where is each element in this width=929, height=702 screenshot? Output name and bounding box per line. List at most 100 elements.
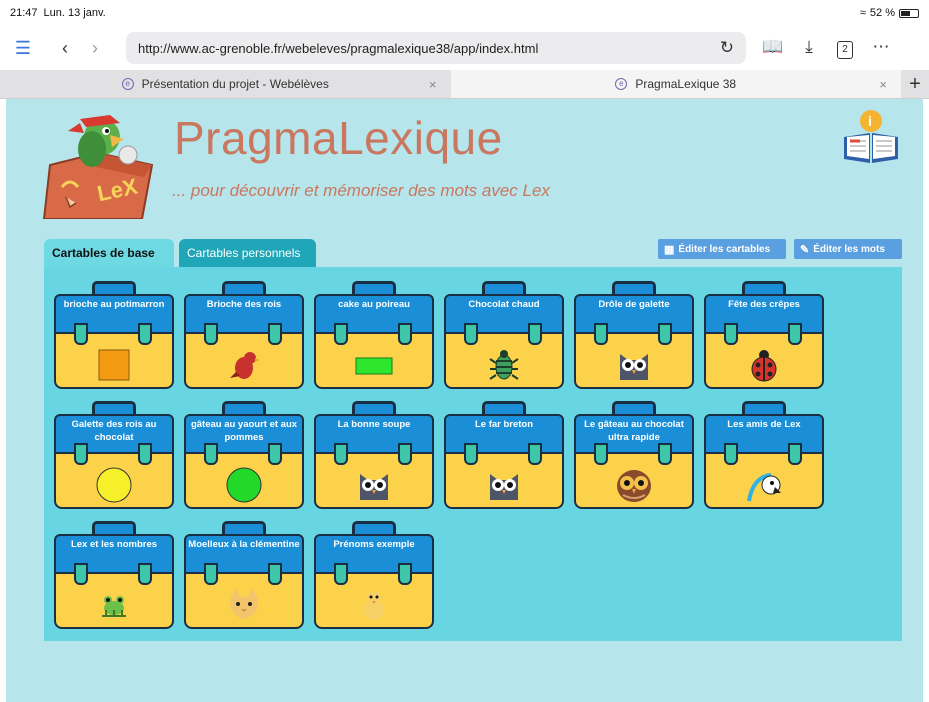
- bag-strap: [138, 563, 152, 585]
- bag-strap: [724, 323, 738, 345]
- battery-icon: [899, 8, 919, 18]
- bag-les-amis-de-lex[interactable]: Les amis de Lex: [704, 401, 824, 509]
- new-tab-button[interactable]: +: [901, 70, 929, 98]
- back-button[interactable]: ‹: [50, 38, 80, 59]
- bag-le-far-breton[interactable]: Le far breton: [444, 401, 564, 509]
- bag-le-gateau-au-chocolat-ultra-rapide[interactable]: Le gâteau au chocolat ultra rapide: [574, 401, 694, 509]
- forward-button[interactable]: ›: [80, 38, 110, 59]
- bag-strap: [788, 323, 802, 345]
- bag-strap: [334, 323, 348, 345]
- edit-cartables-label: Éditer les cartables: [678, 243, 771, 255]
- ladybug-icon: [751, 350, 777, 382]
- browser-toolbar: ☰ ‹ › http://www.ac-grenoble.fr/webeleve…: [0, 26, 929, 70]
- bag-label: brioche au potimarron: [63, 299, 165, 310]
- sidebar-menu-icon[interactable]: ☰: [8, 38, 38, 59]
- owl-icon: [620, 354, 648, 380]
- edit-mots-button[interactable]: ✎ Éditer les mots: [794, 239, 902, 259]
- tab-cartables-de-base[interactable]: Cartables de base: [44, 239, 174, 267]
- bag-strap: [464, 443, 478, 465]
- bag-label: Lex et les nombres: [70, 539, 158, 550]
- app-subtitle: ... pour découvrir et mémoriser des mots…: [172, 181, 550, 200]
- bag-label: Chocolat chaud: [468, 299, 540, 310]
- browser-tab-strip: e Présentation du projet - Webélèves × e…: [0, 70, 929, 99]
- bag-strap: [204, 323, 218, 345]
- tab-count: 2: [837, 41, 853, 59]
- lex-parrot-logo-icon: LeX: [42, 115, 154, 219]
- bag-strap: [528, 323, 542, 345]
- bag-la-bonne-soupe[interactable]: La bonne soupe: [314, 401, 434, 509]
- browser-tab-presentation[interactable]: e Présentation du projet - Webélèves ×: [0, 70, 451, 98]
- bag-label: Les amis de Lex: [727, 419, 801, 430]
- bag-strap: [74, 563, 88, 585]
- bag-drole-de-galette[interactable]: Drôle de galette: [574, 281, 694, 389]
- bag-strap: [398, 443, 412, 465]
- bag-strap: [268, 563, 282, 585]
- bag-strap: [594, 443, 608, 465]
- bag-strap: [268, 443, 282, 465]
- bag-label: Fête des crêpes: [728, 299, 800, 310]
- parrot-icon: [747, 473, 781, 502]
- browser-tab-title: PragmaLexique 38: [635, 77, 737, 91]
- edit-cartables-button[interactable]: ▦ Éditer les cartables: [658, 239, 786, 259]
- bag-label: Drôle de galette: [598, 299, 670, 310]
- green-circle-icon: [226, 467, 262, 503]
- owl-icon: [490, 474, 518, 500]
- reload-icon[interactable]: ↻: [720, 38, 734, 58]
- bag-strap: [528, 443, 542, 465]
- bag-label: Le gâteau au chocolat ultra rapide: [584, 419, 684, 443]
- bag-brioche-au-potimarron[interactable]: brioche au potimarron: [54, 281, 174, 389]
- cat-icon: [230, 589, 258, 619]
- bag-brioche-des-rois[interactable]: Brioche des rois: [184, 281, 304, 389]
- bag-strap: [268, 323, 282, 345]
- close-tab-icon[interactable]: ×: [879, 77, 887, 92]
- bag-label: Le far breton: [474, 419, 534, 430]
- bag-label: Prénoms exemple: [333, 539, 415, 550]
- edit-mots-label: Éditer les mots: [813, 243, 885, 255]
- bag-label: Galette des rois au chocolat: [71, 419, 157, 443]
- browser-tab-title: Présentation du projet - Webélèves: [141, 77, 329, 91]
- bag-moelleux-a-la-clementine[interactable]: Moelleux à la clémentine: [184, 521, 304, 629]
- bag-gateau-au-yaourt-et-aux-pommes[interactable]: gâteau au yaourt et aux pommes: [184, 401, 304, 509]
- info-book-icon[interactable]: i: [840, 107, 902, 167]
- close-tab-icon[interactable]: ×: [429, 77, 437, 92]
- bag-lex-et-les-nombres[interactable]: Lex et les nombres: [54, 521, 174, 629]
- bag-prenoms-exemple[interactable]: Prénoms exemple: [314, 521, 434, 629]
- bag-strap: [594, 323, 608, 345]
- green-rectangle-icon: [355, 357, 393, 375]
- bag-strap: [658, 443, 672, 465]
- tab-cartables-personnels[interactable]: Cartables personnels: [179, 239, 316, 267]
- bag-chocolat-chaud[interactable]: Chocolat chaud: [444, 281, 564, 389]
- chick-icon: [364, 591, 384, 620]
- bag-cake-au-poireau[interactable]: cake au poireau: [314, 281, 434, 389]
- bookmarks-icon[interactable]: 📖: [758, 37, 788, 59]
- browser-tab-pragmalexique[interactable]: e PragmaLexique 38 ×: [450, 70, 901, 98]
- bag-strap: [464, 323, 478, 345]
- bag-label: gâteau au yaourt et aux pommes: [190, 419, 298, 443]
- bag-strap: [398, 563, 412, 585]
- bag-galette-des-rois-au-chocolat[interactable]: Galette des rois au chocolat: [54, 401, 174, 509]
- brown-owl-icon: [617, 470, 651, 502]
- bag-label: cake au poireau: [338, 299, 410, 310]
- bag-label: Moelleux à la clémentine: [188, 539, 300, 550]
- status-time: 21:47: [10, 7, 38, 19]
- bug-icon: [489, 350, 519, 380]
- red-bird-icon: [230, 352, 260, 379]
- owl-icon: [360, 474, 388, 500]
- more-menu-icon[interactable]: ⋯: [866, 37, 896, 59]
- cartables-panel: brioche au potimarron Brioche des rois c…: [44, 267, 902, 641]
- orange-square-icon: [98, 349, 130, 381]
- bag-strap: [74, 323, 88, 345]
- bag-strap: [204, 443, 218, 465]
- address-bar[interactable]: http://www.ac-grenoble.fr/webeleves/prag…: [126, 32, 746, 64]
- battery-percent: 52 %: [869, 7, 895, 19]
- bag-label: Brioche des rois: [206, 299, 282, 310]
- download-icon[interactable]: ⤓: [794, 37, 824, 59]
- bag-fete-des-crepes[interactable]: Fête des crêpes: [704, 281, 824, 389]
- bag-strap: [334, 443, 348, 465]
- yellow-circle-icon: [96, 467, 132, 503]
- frog-icon: [102, 596, 126, 617]
- bag-strap: [658, 323, 672, 345]
- edit-pencil-icon: ✎: [800, 243, 810, 256]
- app-title: PragmaLexique: [174, 112, 503, 164]
- tabs-button[interactable]: 2: [830, 37, 860, 59]
